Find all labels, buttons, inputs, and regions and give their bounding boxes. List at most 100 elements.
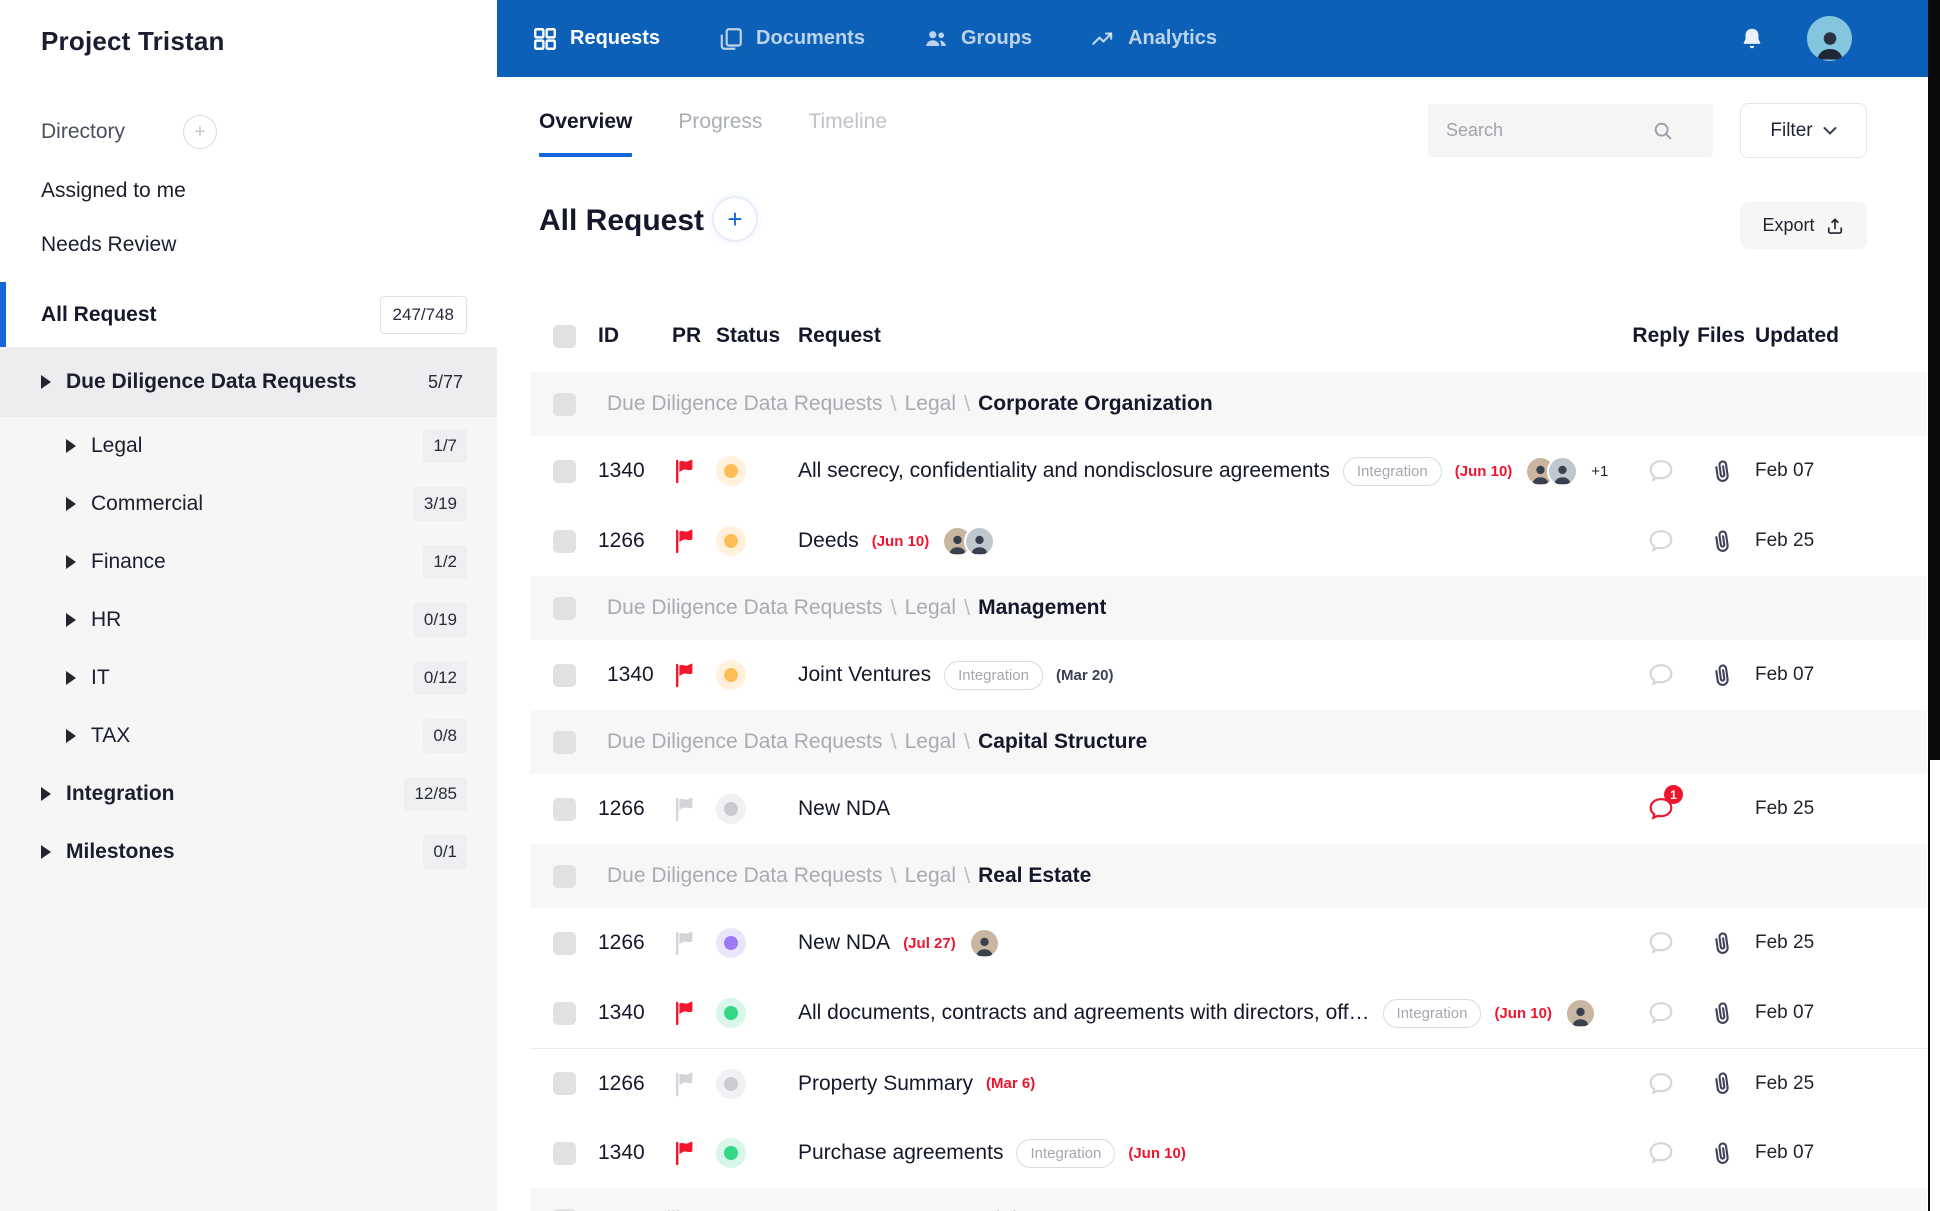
flag-icon[interactable] bbox=[672, 1140, 696, 1166]
comment-icon[interactable] bbox=[1646, 998, 1676, 1028]
paperclip-icon[interactable] bbox=[1706, 1068, 1736, 1098]
caret-right-icon[interactable] bbox=[66, 555, 76, 569]
sidebar-item-commercial[interactable]: Commercial 3/19 bbox=[0, 475, 497, 533]
comment-icon[interactable] bbox=[1646, 1069, 1676, 1099]
export-button[interactable]: Export bbox=[1740, 202, 1867, 249]
flag-icon[interactable] bbox=[672, 662, 696, 688]
sidebar-item-tax[interactable]: TAX 0/8 bbox=[0, 707, 497, 765]
sidebar-item-needs-review[interactable]: Needs Review bbox=[41, 233, 497, 257]
row-checkbox[interactable] bbox=[553, 596, 576, 620]
paperclip-icon[interactable] bbox=[1706, 998, 1736, 1028]
comment-icon[interactable] bbox=[1646, 1138, 1676, 1168]
flag-icon[interactable] bbox=[672, 458, 696, 484]
caret-right-icon[interactable] bbox=[41, 375, 51, 389]
comment-icon[interactable] bbox=[1646, 660, 1676, 690]
flag-icon[interactable] bbox=[672, 796, 696, 822]
row-checkbox[interactable] bbox=[553, 529, 576, 553]
main-content: Overview Progress Timeline Filter All Requ… bbox=[497, 77, 1928, 1211]
caret-right-icon[interactable] bbox=[66, 497, 76, 511]
tab-progress[interactable]: Progress bbox=[678, 110, 762, 157]
upload-icon bbox=[1827, 218, 1842, 234]
tree-count: 5/77 bbox=[427, 371, 463, 392]
row-checkbox[interactable] bbox=[553, 730, 576, 754]
select-all-checkbox[interactable] bbox=[553, 324, 576, 348]
comment-icon[interactable] bbox=[1646, 526, 1676, 556]
paperclip-icon[interactable] bbox=[1706, 1138, 1736, 1168]
caret-right-icon[interactable] bbox=[66, 439, 76, 453]
project-title: Project Tristan bbox=[41, 26, 225, 56]
request-row[interactable]: 1266 New NDA (Jul 27) Feb 25 bbox=[530, 908, 1927, 978]
nav-item-documents[interactable]: Documents bbox=[718, 26, 865, 52]
row-checkbox[interactable] bbox=[553, 1141, 576, 1165]
request-row[interactable]: 1340 All documents, contracts and agreem… bbox=[530, 978, 1927, 1048]
sidebar-item-all-request[interactable]: All Request 247/748 bbox=[0, 282, 497, 347]
status-dot bbox=[716, 998, 746, 1028]
search-input[interactable] bbox=[1428, 120, 1648, 141]
request-row[interactable]: 1340 Purchase agreements Integration (Ju… bbox=[530, 1118, 1927, 1188]
breadcrumb-segment: Due Diligence Data Requests bbox=[607, 864, 883, 887]
row-checkbox[interactable] bbox=[553, 1072, 576, 1095]
sidebar-item-milestones[interactable]: Milestones 0/1 bbox=[0, 823, 497, 881]
request-title: Purchase agreements bbox=[798, 1141, 1004, 1164]
flag-icon[interactable] bbox=[672, 1071, 696, 1097]
paperclip-icon[interactable] bbox=[1706, 456, 1736, 486]
paperclip-icon[interactable] bbox=[1706, 660, 1736, 690]
subheader: Overview Progress Timeline Filter bbox=[497, 77, 1928, 180]
filter-button[interactable]: Filter bbox=[1740, 103, 1867, 158]
bell-icon[interactable] bbox=[1739, 26, 1765, 52]
request-row[interactable]: 1266 Deeds (Jun 10) Feb 25 bbox=[530, 506, 1927, 576]
paperclip-icon[interactable] bbox=[1706, 928, 1736, 958]
nav-right bbox=[1739, 16, 1852, 61]
row-checkbox[interactable] bbox=[553, 392, 576, 416]
request-row[interactable]: 1340 All secrecy, confidentiality and no… bbox=[530, 436, 1927, 506]
user-avatar[interactable] bbox=[1807, 16, 1852, 61]
tab-overview[interactable]: Overview bbox=[539, 110, 633, 157]
flag-icon[interactable] bbox=[672, 1000, 696, 1026]
sidebar-item-hr[interactable]: HR 0/19 bbox=[0, 591, 497, 649]
caret-right-icon[interactable] bbox=[66, 729, 76, 743]
flag-icon[interactable] bbox=[672, 528, 696, 554]
row-checkbox[interactable] bbox=[553, 1001, 576, 1025]
sidebar-item-it[interactable]: IT 0/12 bbox=[0, 649, 497, 707]
avatar bbox=[1564, 997, 1596, 1029]
search-icon[interactable] bbox=[1652, 120, 1674, 142]
nav-item-groups[interactable]: Groups bbox=[923, 26, 1032, 52]
sidebar-item-due-diligence-data-requests[interactable]: Due Diligence Data Requests 5/77 bbox=[0, 347, 497, 417]
integration-tag: Integration bbox=[1382, 998, 1482, 1028]
sidebar-item-legal[interactable]: Legal 1/7 bbox=[0, 417, 497, 475]
tab-timeline[interactable]: Timeline bbox=[808, 110, 887, 157]
tree-count: 3/19 bbox=[413, 487, 467, 521]
paperclip-icon[interactable] bbox=[1706, 526, 1736, 556]
flag-icon[interactable] bbox=[672, 930, 696, 956]
row-checkbox[interactable] bbox=[553, 931, 576, 955]
breadcrumb-segment: Legal bbox=[904, 392, 956, 415]
add-request-button[interactable]: + bbox=[712, 196, 758, 242]
row-checkbox[interactable] bbox=[553, 663, 576, 687]
caret-right-icon[interactable] bbox=[41, 845, 51, 859]
sidebar-item-finance[interactable]: Finance 1/2 bbox=[0, 533, 497, 591]
sidebar-item-assigned-to-me[interactable]: Assigned to me bbox=[41, 179, 497, 203]
nav-item-label: Groups bbox=[960, 27, 1033, 49]
comment-icon[interactable] bbox=[1646, 456, 1676, 486]
request-row[interactable]: 1266 New NDA 1 Feb 25 bbox=[530, 774, 1927, 844]
comment-icon[interactable] bbox=[1646, 928, 1676, 958]
table-header: ID PR Status Request Reply Files Updated bbox=[530, 300, 1927, 372]
scrollbar-thumb[interactable] bbox=[1928, 0, 1940, 760]
row-checkbox[interactable] bbox=[553, 864, 576, 888]
caret-right-icon[interactable] bbox=[66, 671, 76, 685]
sidebar-item-integration[interactable]: Integration 12/85 bbox=[0, 765, 497, 823]
breadcrumb-separator: \ bbox=[964, 391, 971, 416]
caret-right-icon[interactable] bbox=[66, 613, 76, 627]
nav-item-requests[interactable]: Requests bbox=[532, 26, 660, 52]
row-checkbox[interactable] bbox=[553, 797, 576, 821]
comment-icon[interactable]: 1 bbox=[1646, 785, 1683, 824]
row-checkbox[interactable] bbox=[553, 459, 576, 483]
add-directory-icon[interactable]: + bbox=[183, 115, 218, 149]
caret-right-icon[interactable] bbox=[41, 787, 51, 801]
request-row[interactable]: 1266 Property Summary (Mar 6) Feb 25 bbox=[530, 1048, 1927, 1118]
request-row[interactable]: 1340 Joint Ventures Integration (Mar 20)… bbox=[530, 640, 1927, 710]
scrollbar[interactable] bbox=[1928, 0, 1940, 1211]
nav-item-analytics[interactable]: Analytics bbox=[1090, 26, 1217, 52]
request-id: 1266 bbox=[598, 931, 645, 954]
breadcrumb-separator: \ bbox=[1025, 1207, 1031, 1211]
